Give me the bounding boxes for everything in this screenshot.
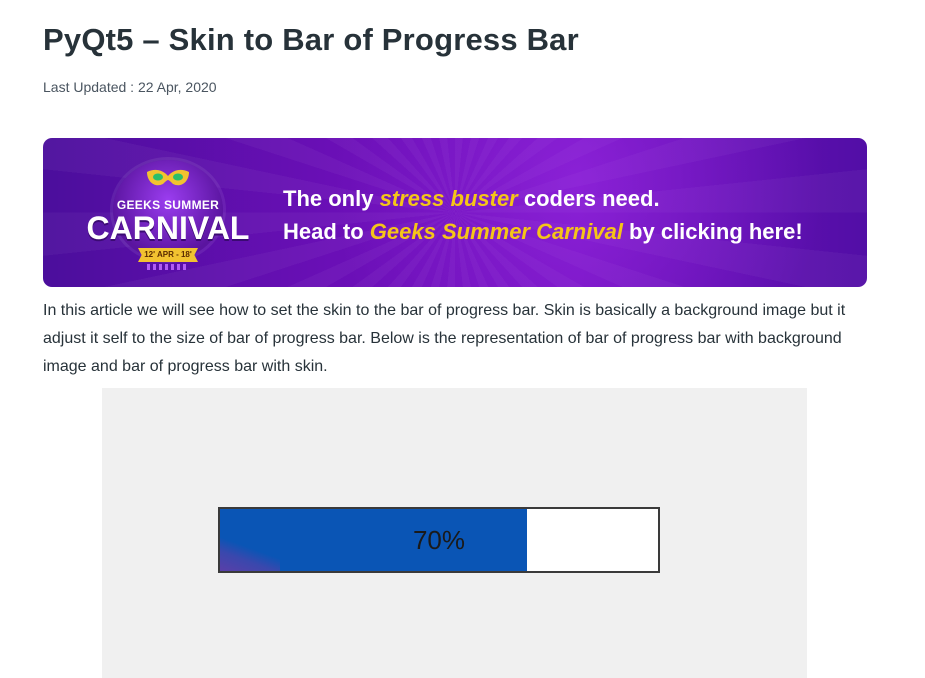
banner-line-2: Head to Geeks Summer Carnival by clickin… [283, 215, 803, 248]
last-updated: Last Updated : 22 Apr, 2020 [43, 79, 217, 95]
progress-bar: 70% [218, 507, 660, 573]
banner-text: The only stress buster coders need. Head… [283, 182, 803, 248]
badge-dates-ribbon: 12' APR - 18' APR [138, 248, 198, 262]
carnival-mask-icon [147, 169, 189, 186]
banner-line-1: The only stress buster coders need. [283, 182, 803, 215]
banner-line-1-start: The only [283, 186, 380, 211]
banner-line-1-end: coders need. [517, 186, 660, 211]
banner-line-2-highlight: Geeks Summer Carnival [369, 219, 623, 244]
badge-carnival: CARNIVAL [86, 210, 250, 246]
carnival-badge: GEEKS SUMMER CARNIVAL 12' APR - 18' APR [83, 150, 253, 270]
summer-carnival-banner[interactable]: GEEKS SUMMER CARNIVAL 12' APR - 18' APR … [43, 138, 867, 287]
progress-bar-figure: 70% [102, 388, 807, 678]
banner-line-2-end: by clicking here! [622, 219, 803, 244]
article-title: PyQt5 – Skin to Bar of Progress Bar [43, 22, 579, 57]
progress-label: 70% [412, 525, 466, 555]
banner-line-1-highlight: stress buster [379, 186, 518, 211]
banner-line-2-start: Head to [283, 219, 370, 244]
badge-fringe [147, 264, 189, 270]
article-intro: In this article we will see how to set t… [43, 302, 846, 375]
